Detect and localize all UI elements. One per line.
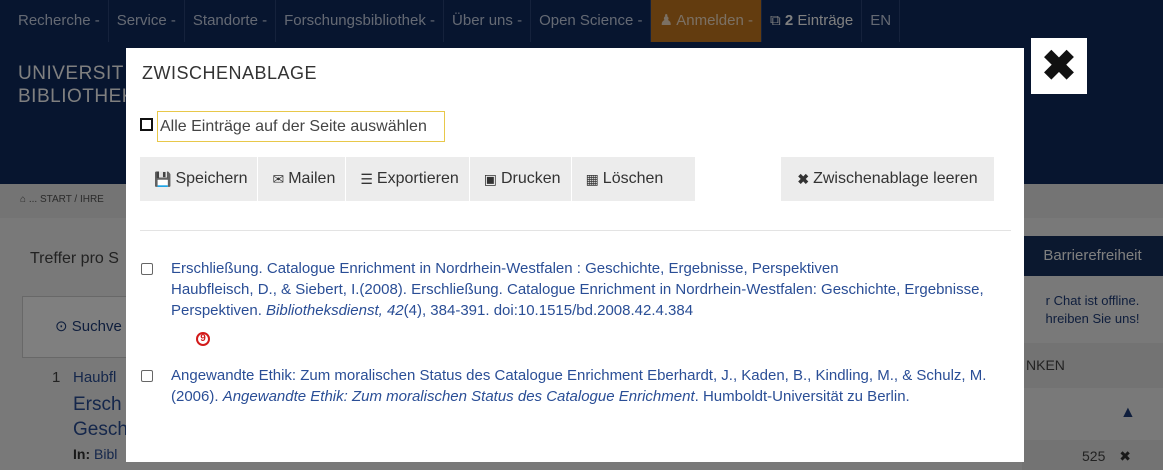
entry-citation-italic: Bibliotheksdienst, 42 xyxy=(266,302,404,319)
entry-citation-rest: (4), 384-391. doi:10.1515/bd.2008.42.4.3… xyxy=(403,302,694,319)
delete-label: Löschen xyxy=(602,170,664,187)
close-icon: ✖ xyxy=(797,170,810,187)
print-label: Drucken xyxy=(500,170,561,187)
modal-title: ZWISCHENABLAGE xyxy=(142,63,318,83)
select-all-label[interactable]: Alle Einträge auf der Seite auswählen xyxy=(157,111,445,142)
print-button[interactable]: ▣ Drucken xyxy=(470,157,572,201)
close-modal-button[interactable]: ✖ xyxy=(1031,38,1087,94)
list-item: Erschließung. Catalogue Enrichment in No… xyxy=(171,258,1001,321)
save-button[interactable]: 💾 Speichern xyxy=(140,157,259,201)
image-icon: ▣ xyxy=(483,170,497,187)
mail-button[interactable]: ✉ Mailen xyxy=(258,157,347,201)
export-label: Exportieren xyxy=(376,170,459,187)
list-item: Angewandte Ethik: Zum moralischen Status… xyxy=(171,365,1001,407)
entry-citation-rest: . Humboldt-Universität zu Berlin. xyxy=(694,388,910,405)
entry-checkbox[interactable] xyxy=(141,370,153,382)
entry-title-link[interactable]: Erschließung. Catalogue Enrichment in No… xyxy=(171,260,839,277)
divider xyxy=(140,230,1011,231)
list-icon: ☰ xyxy=(360,170,373,187)
save-label: Speichern xyxy=(175,170,248,187)
clear-clipboard-label: Zwischenablage leeren xyxy=(813,170,978,187)
delete-button[interactable]: ▦ Löschen xyxy=(572,157,674,201)
save-icon: 💾 xyxy=(154,170,172,187)
doi-link-icon[interactable]: 9 xyxy=(196,332,210,346)
mail-label: Mailen xyxy=(288,170,336,187)
clipboard-modal: ZWISCHENABLAGE Alle Einträge auf der Sei… xyxy=(126,48,1024,462)
entry-checkbox[interactable] xyxy=(141,263,153,275)
envelope-icon: ✉ xyxy=(272,170,285,187)
entry-citation-italic: Angewandte Ethik: Zum moralischen Status… xyxy=(222,388,695,405)
entry-title-link[interactable]: Angewandte Ethik: Zum moralischen Status… xyxy=(171,367,643,384)
export-button[interactable]: ☰ Exportieren xyxy=(346,157,470,201)
clipboard-toolbar: 💾 Speichern ✉ Mailen ☰ Exportieren ▣ Dru… xyxy=(140,157,695,201)
select-all-checkbox[interactable] xyxy=(140,118,153,131)
trash-icon: ▦ xyxy=(585,170,599,187)
clear-clipboard-button[interactable]: ✖ Zwischenablage leeren xyxy=(781,157,994,201)
